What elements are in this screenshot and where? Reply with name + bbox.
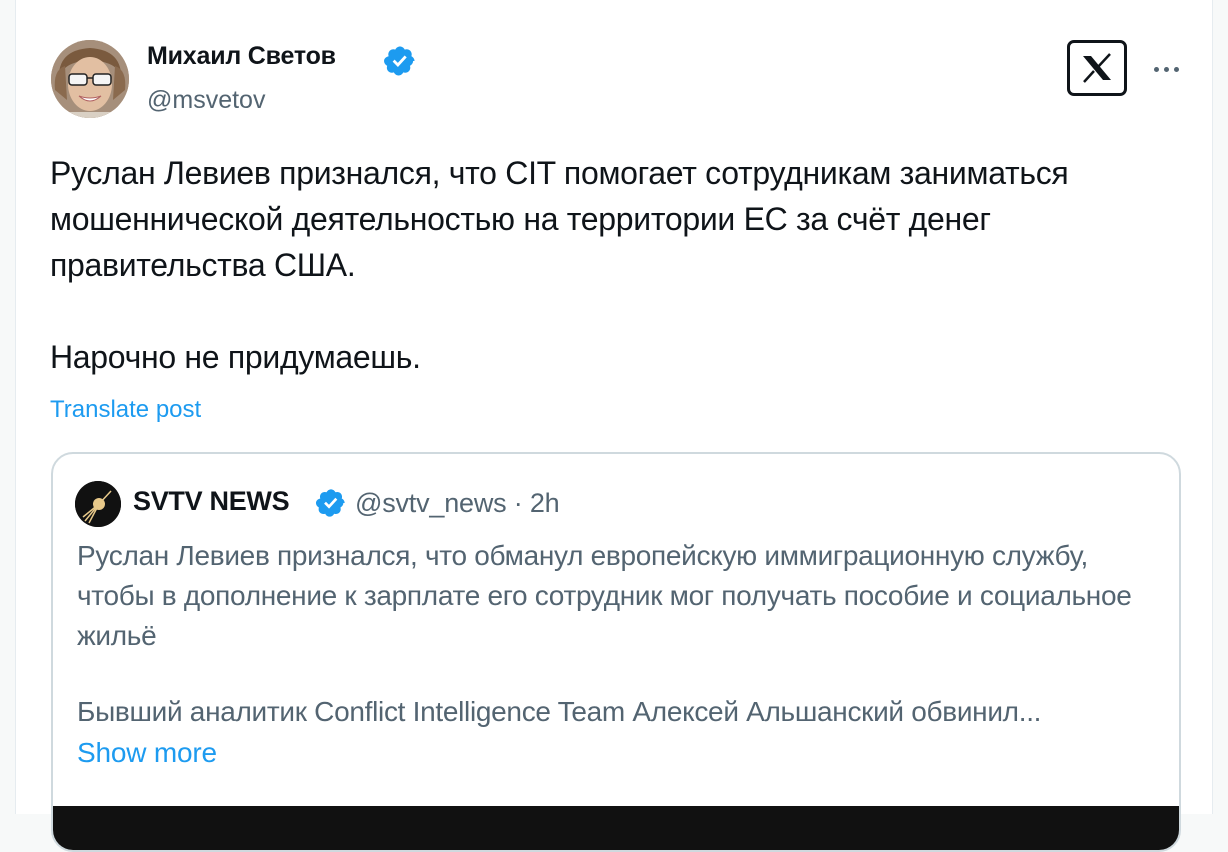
quoted-post-text: Руслан Левиев признался, что обманул евр… <box>77 540 1140 651</box>
quoted-post-truncated-text: Бывший аналитик Conflict Intelligence Te… <box>77 696 1042 727</box>
quoted-media[interactable] <box>53 806 1179 850</box>
verified-badge-icon <box>384 46 415 76</box>
quoted-post[interactable]: SVTV NEWS @svtv_news · 2h Руслан Левиев … <box>51 452 1181 852</box>
show-more-link[interactable]: Show more <box>77 737 217 769</box>
post-text: Руслан Левиев признался, что CIT помогае… <box>50 155 1069 375</box>
quoted-author-avatar[interactable] <box>75 481 121 527</box>
quoted-author-meta[interactable]: @svtv_news · 2h <box>355 488 560 519</box>
tweet-card: Михаил Светов @msvetov Руслан Левиев при… <box>15 0 1213 852</box>
more-icon[interactable] <box>1144 54 1188 84</box>
author-name[interactable]: Михаил Светов <box>147 42 336 71</box>
quoted-author-name[interactable]: SVTV NEWS <box>133 486 290 517</box>
verified-badge-icon <box>316 489 345 517</box>
author-avatar[interactable] <box>51 40 129 118</box>
author-handle[interactable]: @msvetov <box>147 86 265 115</box>
x-logo-icon[interactable] <box>1067 40 1127 96</box>
translate-post-link[interactable]: Translate post <box>50 396 201 424</box>
